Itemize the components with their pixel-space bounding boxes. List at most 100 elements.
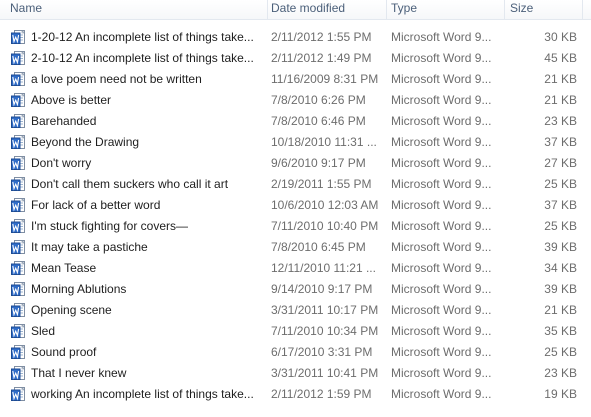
file-row[interactable]: Sound proof 6/17/2010 3:31 PM Microsoft … [0, 342, 591, 363]
file-type: Microsoft Word 9... [391, 135, 492, 149]
file-date-modified: 7/8/2010 6:45 PM [271, 240, 366, 254]
word-document-icon [11, 72, 26, 86]
file-type: Microsoft Word 9... [391, 93, 492, 107]
file-date-modified: 2/11/2012 1:59 PM [271, 387, 372, 401]
word-document-icon [11, 114, 26, 128]
file-row[interactable]: Morning Ablutions 9/14/2010 9:17 PM Micr… [0, 279, 591, 300]
word-document-icon [11, 156, 26, 170]
column-header-size[interactable]: Size [500, 0, 580, 19]
file-size: 30 KB [544, 30, 577, 44]
word-document-icon [11, 135, 26, 149]
file-name: Sound proof [31, 345, 97, 359]
file-type: Microsoft Word 9... [391, 30, 492, 44]
file-size: 25 KB [544, 219, 577, 233]
column-divider[interactable] [582, 0, 583, 19]
file-row[interactable]: 1-20-12 An incomplete list of things tak… [0, 27, 591, 48]
file-date-modified: 10/18/2010 11:31 ... [271, 135, 377, 149]
word-document-icon [11, 261, 26, 275]
word-document-icon [11, 177, 26, 191]
file-date-modified: 9/14/2010 9:17 PM [271, 282, 373, 296]
file-date-modified: 2/11/2012 1:49 PM [271, 51, 372, 65]
file-row[interactable]: 2-10-12 An incomplete list of things tak… [0, 48, 591, 69]
file-size: 21 KB [544, 72, 577, 86]
file-name: 1-20-12 An incomplete list of things tak… [31, 30, 254, 44]
file-size: 37 KB [544, 135, 577, 149]
word-document-icon [11, 30, 26, 44]
file-row[interactable]: Above is better 7/8/2010 6:26 PM Microso… [0, 90, 591, 111]
file-type: Microsoft Word 9... [391, 219, 492, 233]
file-row[interactable]: Mean Tease 12/11/2010 11:21 ... Microsof… [0, 258, 591, 279]
file-name: Don't call them suckers who call it art [31, 177, 229, 191]
file-type: Microsoft Word 9... [391, 198, 492, 212]
file-size: 27 KB [544, 156, 577, 170]
file-date-modified: 9/6/2010 9:17 PM [271, 156, 366, 170]
file-type: Microsoft Word 9... [391, 114, 492, 128]
file-type: Microsoft Word 9... [391, 261, 492, 275]
file-size: 34 KB [544, 261, 577, 275]
file-name: Mean Tease [31, 261, 97, 275]
file-name: working An incomplete list of things tak… [31, 387, 254, 401]
file-row[interactable]: It may take a pastiche 7/8/2010 6:45 PM … [0, 237, 591, 258]
file-row[interactable]: working An incomplete list of things tak… [0, 384, 591, 405]
file-size: 25 KB [544, 177, 577, 191]
column-header-name[interactable]: Name [0, 0, 267, 19]
word-document-icon [11, 345, 26, 359]
word-document-icon [11, 387, 26, 401]
word-document-icon [11, 219, 26, 233]
file-type: Microsoft Word 9... [391, 387, 492, 401]
word-document-icon [11, 51, 26, 65]
file-row[interactable]: Sled 7/11/2010 10:34 PM Microsoft Word 9… [0, 321, 591, 342]
file-type: Microsoft Word 9... [391, 366, 492, 380]
column-header-type[interactable]: Type [381, 0, 504, 19]
word-document-icon [11, 93, 26, 107]
file-size: 23 KB [544, 366, 577, 380]
file-type: Microsoft Word 9... [391, 282, 492, 296]
word-document-icon [11, 198, 26, 212]
file-name: Opening scene [31, 303, 112, 317]
file-row[interactable]: Don't worry 9/6/2010 9:17 PM Microsoft W… [0, 153, 591, 174]
file-date-modified: 7/8/2010 6:26 PM [271, 93, 366, 107]
file-name: Above is better [31, 93, 112, 107]
file-size: 39 KB [544, 240, 577, 254]
file-row[interactable]: Beyond the Drawing 10/18/2010 11:31 ... … [0, 132, 591, 153]
file-size: 45 KB [544, 51, 577, 65]
word-document-icon [11, 303, 26, 317]
file-row[interactable]: I'm stuck fighting for covers— 7/11/2010… [0, 216, 591, 237]
file-size: 37 KB [544, 198, 577, 212]
file-explorer: Name Date modified Type Size 1-20-12 An … [0, 0, 591, 417]
file-date-modified: 3/31/2011 10:17 PM [271, 303, 379, 317]
file-type: Microsoft Word 9... [391, 51, 492, 65]
file-name: a love poem need not be written [31, 72, 202, 86]
file-date-modified: 7/8/2010 6:46 PM [271, 114, 366, 128]
file-row[interactable]: For lack of a better word 10/6/2010 12:0… [0, 195, 591, 216]
file-date-modified: 2/19/2011 1:55 PM [271, 177, 372, 191]
file-type: Microsoft Word 9... [391, 177, 492, 191]
file-row[interactable]: Barehanded 7/8/2010 6:46 PM Microsoft Wo… [0, 111, 591, 132]
column-header-date-modified[interactable]: Date modified [261, 0, 386, 19]
file-name: 2-10-12 An incomplete list of things tak… [31, 51, 254, 65]
file-list: 1-20-12 An incomplete list of things tak… [0, 27, 591, 405]
file-date-modified: 7/11/2010 10:40 PM [271, 219, 379, 233]
file-type: Microsoft Word 9... [391, 72, 492, 86]
file-date-modified: 7/11/2010 10:34 PM [271, 324, 379, 338]
file-row[interactable]: Don't call them suckers who call it art … [0, 174, 591, 195]
file-row[interactable]: That I never knew 3/31/2011 10:41 PM Mic… [0, 363, 591, 384]
file-row[interactable]: Opening scene 3/31/2011 10:17 PM Microso… [0, 300, 591, 321]
file-name: Sled [31, 324, 56, 338]
file-type: Microsoft Word 9... [391, 156, 492, 170]
file-name: I'm stuck fighting for covers— [31, 219, 189, 233]
file-size: 25 KB [544, 345, 577, 359]
file-name: Morning Ablutions [31, 282, 127, 296]
file-date-modified: 11/16/2009 8:31 PM [271, 72, 379, 86]
file-size: 19 KB [544, 387, 577, 401]
file-size: 35 KB [544, 324, 577, 338]
file-row[interactable]: a love poem need not be written 11/16/20… [0, 69, 591, 90]
file-name: Barehanded [31, 114, 97, 128]
file-name: Don't worry [31, 156, 92, 170]
file-date-modified: 6/17/2010 3:31 PM [271, 345, 373, 359]
file-name: That I never knew [31, 366, 127, 380]
file-date-modified: 12/11/2010 11:21 ... [271, 261, 376, 275]
file-size: 21 KB [544, 303, 577, 317]
file-type: Microsoft Word 9... [391, 240, 492, 254]
file-date-modified: 3/31/2011 10:41 PM [271, 366, 379, 380]
